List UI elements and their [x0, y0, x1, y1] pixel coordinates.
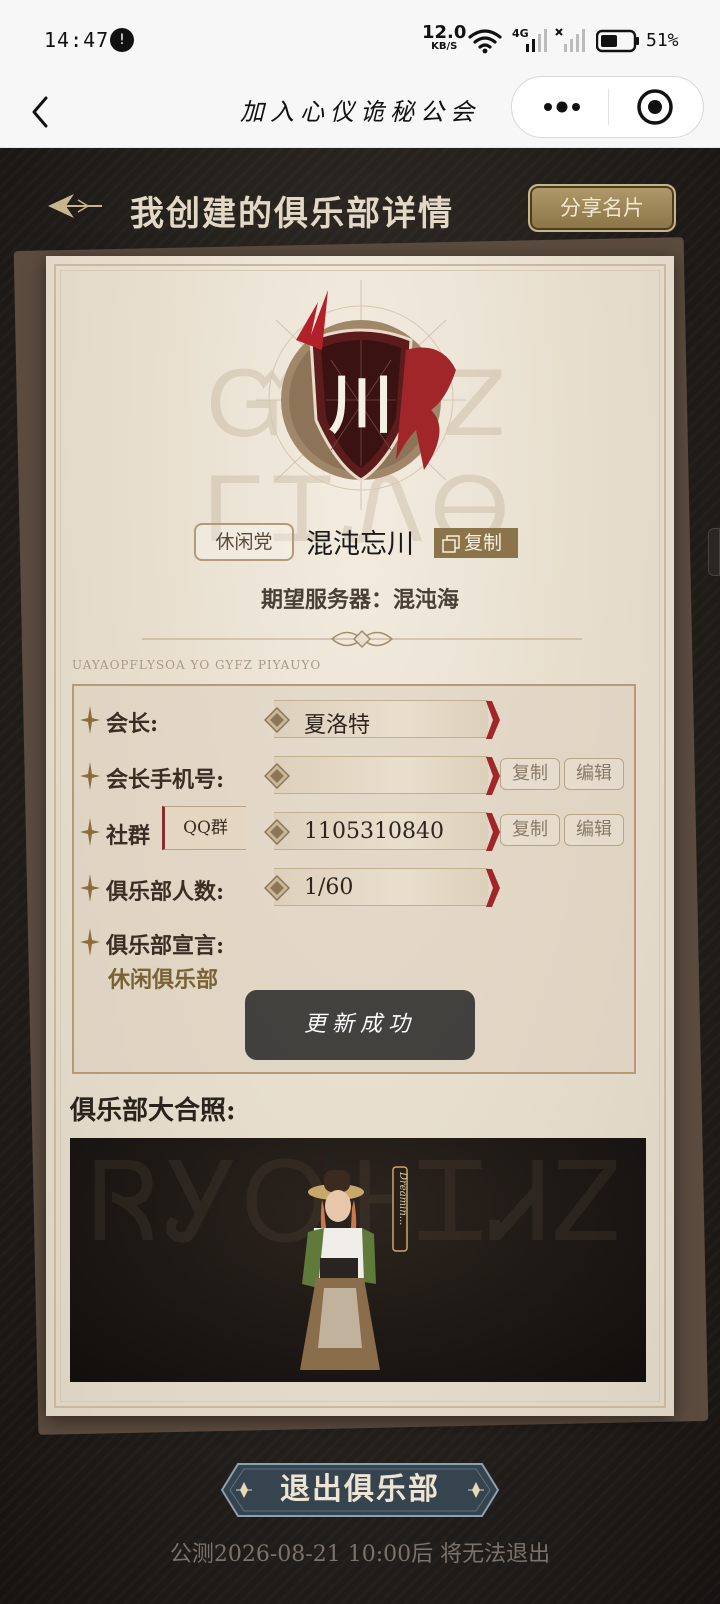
red-arrow-icon: [486, 813, 500, 851]
side-drawer-handle[interactable]: [708, 528, 720, 576]
group-photo-title: 俱乐部大合照:: [70, 1096, 236, 1126]
diamond-icon: [264, 707, 290, 733]
red-arrow-icon: [486, 869, 500, 907]
red-arrow-icon: [486, 757, 500, 795]
copy-club-name-label: 复制: [464, 532, 503, 554]
diamond-icon: [264, 875, 290, 901]
quit-deadline-notice: 公测2026-08-21 10:00后 将无法退出: [169, 1542, 551, 1567]
club-detail-card: ᏳᏆᎬᏃ ᎱᏆᏁᎾ 川 休闲党 混沌忘川: [46, 256, 674, 1416]
close-mini-program-icon[interactable]: [636, 88, 674, 126]
capsule-menu: [511, 76, 704, 138]
signal-4g-icon: 4G: [512, 27, 547, 52]
main-content: 我创建的俱乐部详情 分享名片 ᏳᏆᎬᏃ ᎱᏆᏁᎾ: [0, 148, 720, 1604]
motto-label: 俱乐部宣言:: [106, 933, 225, 959]
battery-percent: 51%: [646, 30, 679, 51]
share-card-button[interactable]: 分享名片: [528, 184, 676, 232]
emblem-character: 川: [329, 368, 393, 443]
copy-group-button[interactable]: 复制: [500, 814, 560, 846]
members-value: 1/60: [304, 875, 354, 900]
net-speed-value: 12.0: [422, 22, 467, 43]
leader-row: 会长: 夏洛特: [74, 698, 638, 742]
leader-label: 会长:: [106, 711, 159, 737]
expected-server: 期望服务器：混沌海: [260, 587, 459, 613]
toast-message: 更新成功: [245, 990, 475, 1060]
mini-program-title-bar: 加入心仪诡秘公会: [0, 76, 720, 148]
diamond-icon: [264, 763, 290, 789]
copy-phone-button[interactable]: 复制: [500, 758, 560, 790]
members-label: 俱乐部人数:: [106, 879, 225, 905]
club-name: 混沌忘川: [306, 529, 414, 560]
copy-club-name-button[interactable]: 复制: [434, 528, 518, 558]
edit-phone-button[interactable]: 编辑: [564, 758, 624, 790]
back-arrow-icon[interactable]: [44, 186, 104, 226]
group-label: 社群: [106, 823, 151, 849]
page-title: 我创建的俱乐部详情: [130, 194, 454, 234]
phone-value-box: [264, 756, 500, 795]
network-type-label: 4G: [512, 27, 529, 40]
leader-value-box: 夏洛特: [264, 700, 500, 739]
more-icon[interactable]: [542, 99, 582, 115]
wifi-icon: [468, 29, 502, 54]
phone-label: 会长手机号:: [106, 767, 225, 793]
net-speed: 12.0 KB/S: [422, 24, 466, 52]
club-type-tag: 休闲党: [194, 523, 294, 561]
motto-value: 休闲俱乐部: [108, 967, 219, 993]
group-value-box: 1105310840: [264, 812, 500, 851]
group-row: 社群 QQ群 1105310840 复制 编辑: [74, 806, 638, 854]
leader-value: 夏洛特: [304, 713, 371, 738]
quit-club-button[interactable]: [218, 1460, 502, 1520]
star-bullet-icon: [80, 928, 100, 956]
notification-icon: !: [110, 28, 134, 52]
star-bullet-icon: [80, 762, 100, 790]
character-avatar-icon: [300, 1153, 380, 1370]
diamond-icon: [264, 819, 290, 845]
signal-empty-icon: [555, 28, 585, 52]
status-bar: 14:47 ! 12.0 KB/S 4G 51%: [0, 0, 720, 76]
star-bullet-icon: [80, 874, 100, 902]
phone-row: 会长手机号: 复制 编辑: [74, 754, 638, 798]
star-bullet-icon: [80, 818, 100, 846]
motto-row: 俱乐部宣言:: [74, 920, 638, 964]
red-arrow-icon: [486, 701, 500, 739]
group-photo[interactable]: ᏒᎩᎤᎰᏆᏗᏃ Dreamin...: [70, 1138, 646, 1382]
decorative-script: UAYAOPFLYSOA YO GYFZ PIYAUYO: [72, 658, 322, 672]
status-time: 14:47: [44, 28, 110, 52]
edit-group-button[interactable]: 编辑: [564, 814, 624, 846]
copy-icon: [442, 535, 460, 553]
group-number: 1105310840: [304, 819, 444, 844]
battery-icon: [596, 29, 639, 53]
members-row: 俱乐部人数: 1/60: [74, 866, 638, 910]
capsule-divider: [608, 89, 609, 125]
members-value-box: 1/60: [264, 868, 500, 907]
character-name-plate: Dreamin...: [397, 1172, 408, 1226]
group-type-selector[interactable]: QQ群: [162, 806, 246, 850]
net-speed-unit: KB/S: [431, 41, 458, 52]
ornament-divider: [142, 629, 582, 649]
star-bullet-icon: [80, 706, 100, 734]
